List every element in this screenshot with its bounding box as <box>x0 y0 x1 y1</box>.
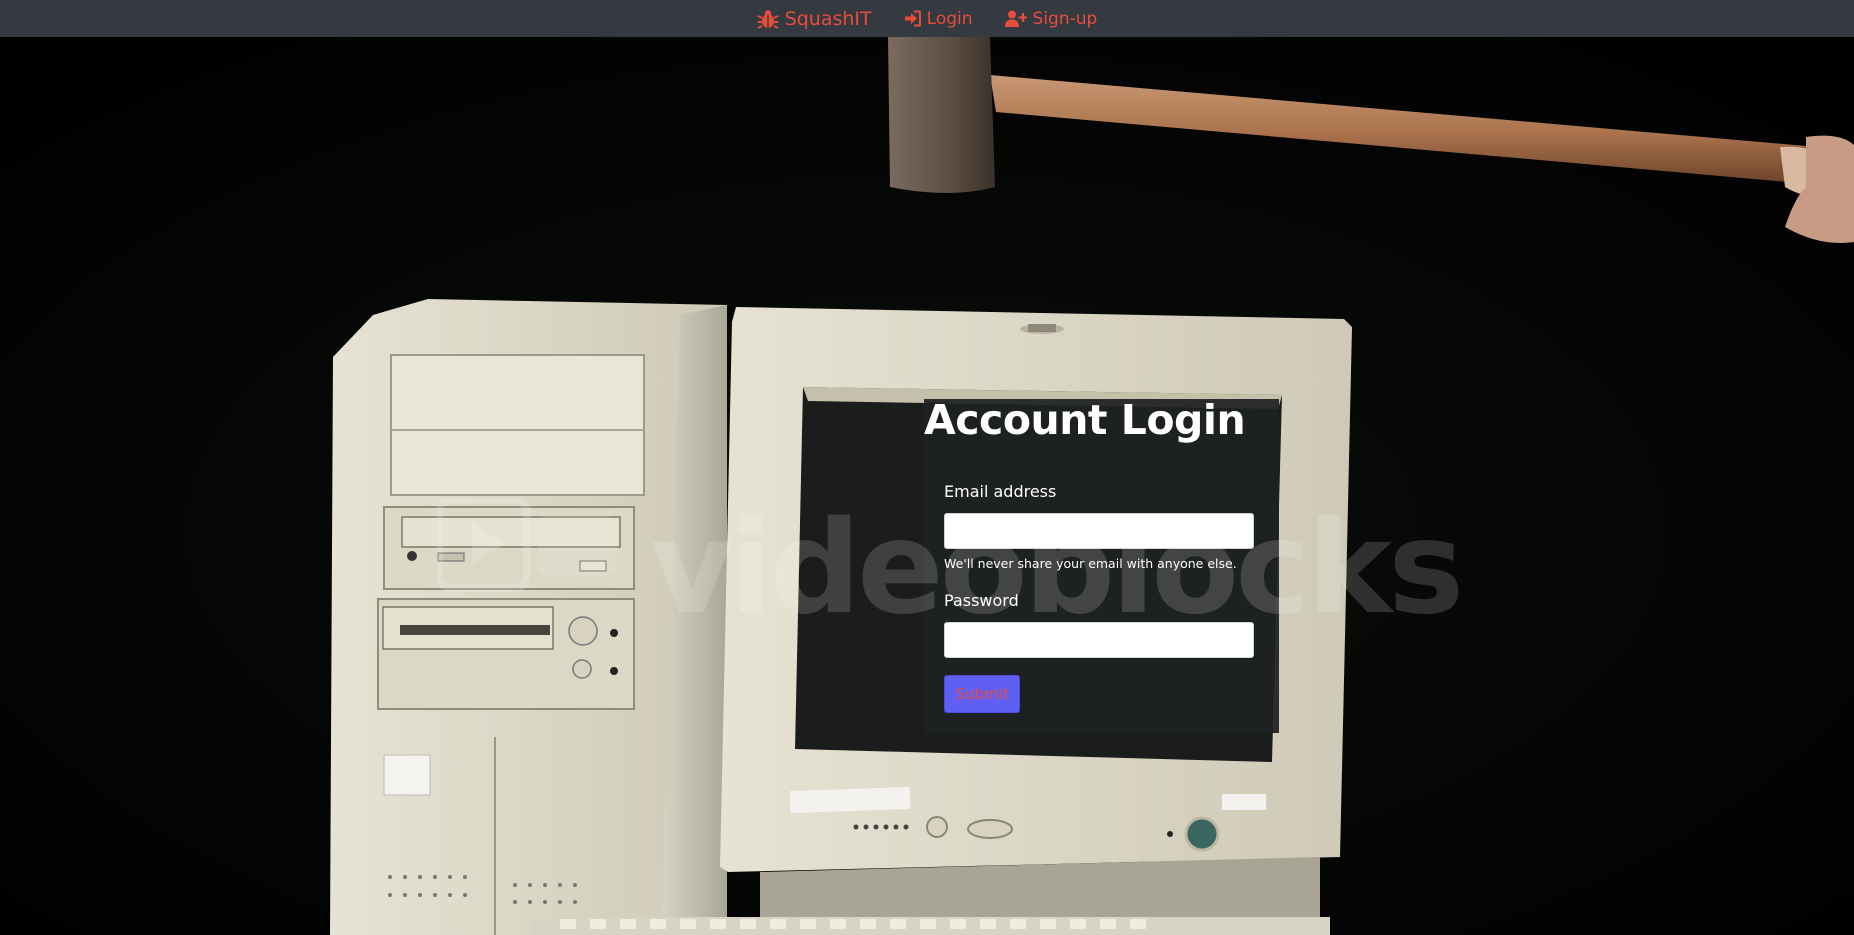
login-link[interactable]: Login <box>904 9 973 29</box>
brand-label: SquashIT <box>784 7 872 30</box>
password-label: Password <box>944 591 1019 610</box>
page-title: Account Login <box>924 396 1246 444</box>
password-field[interactable] <box>944 622 1254 658</box>
signup-link[interactable]: Sign-up <box>1004 8 1098 29</box>
submit-button[interactable]: Submit <box>944 675 1020 713</box>
bug-icon <box>757 8 779 30</box>
sign-in-icon <box>904 10 921 27</box>
signup-label: Sign-up <box>1032 8 1098 29</box>
email-label: Email address <box>944 482 1057 501</box>
brand-link[interactable]: SquashIT <box>757 8 872 30</box>
top-navbar: SquashIT Login Sign-up <box>0 0 1854 37</box>
email-help-text: We'll never share your email with anyone… <box>944 556 1237 571</box>
user-plus-icon <box>1004 10 1027 27</box>
login-label: Login <box>926 8 973 29</box>
email-field[interactable] <box>944 513 1254 549</box>
